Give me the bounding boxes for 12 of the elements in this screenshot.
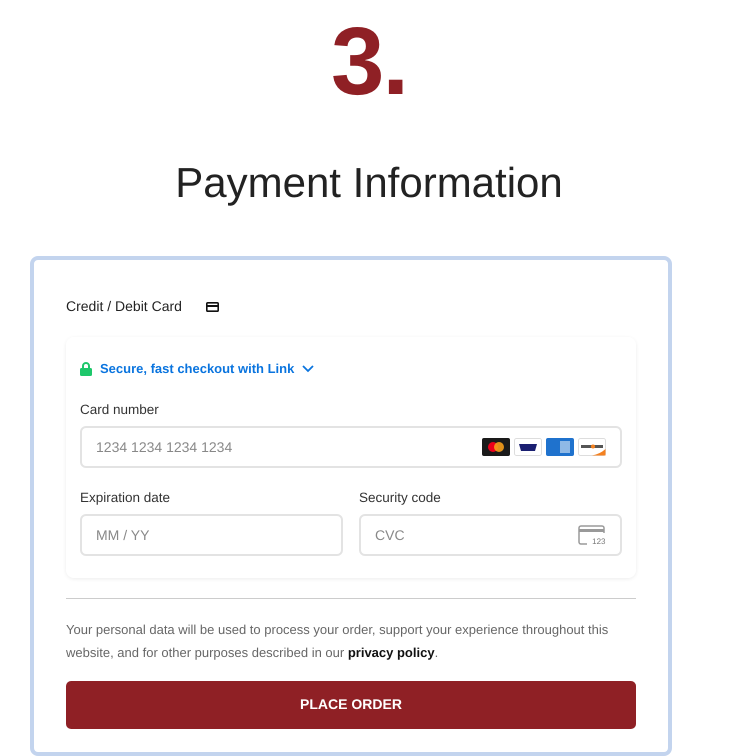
place-order-button[interactable]: PLACE ORDER bbox=[66, 680, 636, 729]
card-number-field[interactable]: 1234 1234 1234 1234 bbox=[80, 426, 622, 468]
step-number: 3. bbox=[330, 14, 408, 110]
field-label: Card number bbox=[80, 400, 160, 419]
privacy-notice: Your personal data will be used to process your order, support your experience throughout this website, and for other purposes described in our privacy policy. bbox=[66, 621, 610, 662]
link-checkout-toggle[interactable]: Secure, fast checkout with Link bbox=[80, 359, 314, 379]
privacy-policy-link[interactable]: privacy policy bbox=[348, 645, 435, 660]
expiration-date-field[interactable]: MM / YY bbox=[80, 514, 343, 556]
page-heading: Payment Information bbox=[175, 160, 563, 206]
field-label: Expiration date bbox=[80, 489, 172, 508]
payment-method-label: Credit / Debit Card bbox=[66, 297, 182, 316]
field-label: Security code bbox=[359, 489, 442, 508]
